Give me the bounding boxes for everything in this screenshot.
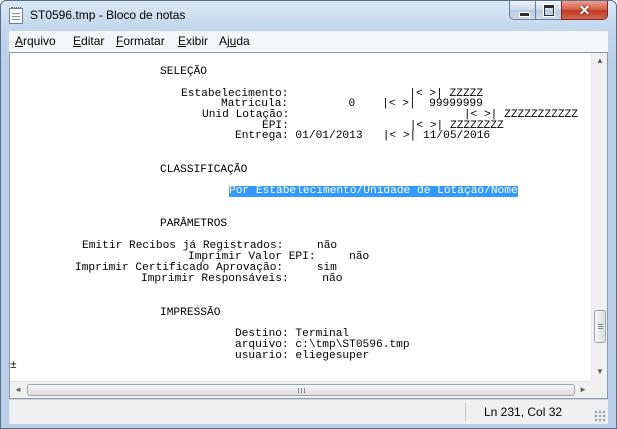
section-classificacao: CLASSIFICAÇÃO [160, 164, 248, 176]
title-bar[interactable]: ST0596.tmp - Bloco de notas ✕ [1, 1, 616, 31]
menu-ajuda[interactable]: Ajuda [219, 34, 250, 48]
horizontal-scrollbar[interactable]: ◄ ► [10, 381, 591, 398]
menu-bar: Arquivo Editar Formatar Exibir Ajuda [9, 31, 608, 53]
scroll-up-arrow-icon[interactable]: ▲ [592, 53, 607, 69]
scroll-left-arrow-icon[interactable]: ◄ [10, 382, 26, 398]
section-parametros: PARÂMETROS [160, 218, 228, 230]
menu-formatar[interactable]: Formatar [116, 34, 165, 48]
scroll-down-arrow-icon[interactable]: ▼ [592, 364, 607, 380]
close-icon: ✕ [578, 2, 591, 18]
minimize-button[interactable] [509, 1, 536, 20]
window-title: ST0596.tmp - Bloco de notas [30, 8, 186, 22]
line-entrega: Entrega: 01/01/2013 |< >| 11/05/2016 [235, 130, 491, 142]
cursor-position: Ln 231, Col 32 [484, 405, 563, 419]
close-button[interactable]: ✕ [561, 1, 608, 20]
vertical-scrollbar[interactable]: ▲ ▼ [591, 53, 607, 381]
line-imprimir-responsaveis: Imprimir Responsáveis: não [141, 273, 343, 285]
text-editor[interactable]: SELEÇÃO Estabelecimento: |< >| ZZZZZ Mat… [9, 52, 608, 399]
horizontal-scroll-thumb[interactable] [27, 384, 575, 396]
maximize-icon [544, 5, 554, 16]
section-impressao: IMPRESSÃO [160, 307, 221, 319]
section-selecao: SELEÇÃO [160, 66, 207, 78]
document-text[interactable]: SELEÇÃO Estabelecimento: |< >| ZZZZZ Mat… [10, 53, 591, 380]
maximize-button[interactable] [535, 1, 562, 20]
selected-text[interactable]: Por Estabelecimento/Unidade de Lotação/N… [229, 185, 518, 197]
notepad-icon[interactable] [9, 7, 23, 24]
line-trailing: ± [10, 360, 17, 372]
status-bar: Ln 231, Col 32 [9, 399, 608, 424]
menu-editar[interactable]: Editar [73, 34, 104, 48]
scrollbar-corner [591, 381, 607, 398]
menu-arquivo[interactable]: Arquivo [15, 34, 56, 48]
resize-grip-icon[interactable] [594, 410, 606, 422]
status-divider [465, 403, 466, 421]
line-usuario: usuario: eliegesuper [235, 350, 370, 362]
vertical-scroll-thumb[interactable] [594, 310, 606, 344]
notepad-window: ST0596.tmp - Bloco de notas ✕ Arquivo Ed… [0, 0, 617, 429]
scroll-right-arrow-icon[interactable]: ► [575, 382, 591, 398]
minimize-icon [519, 12, 530, 17]
menu-exibir[interactable]: Exibir [178, 34, 208, 48]
